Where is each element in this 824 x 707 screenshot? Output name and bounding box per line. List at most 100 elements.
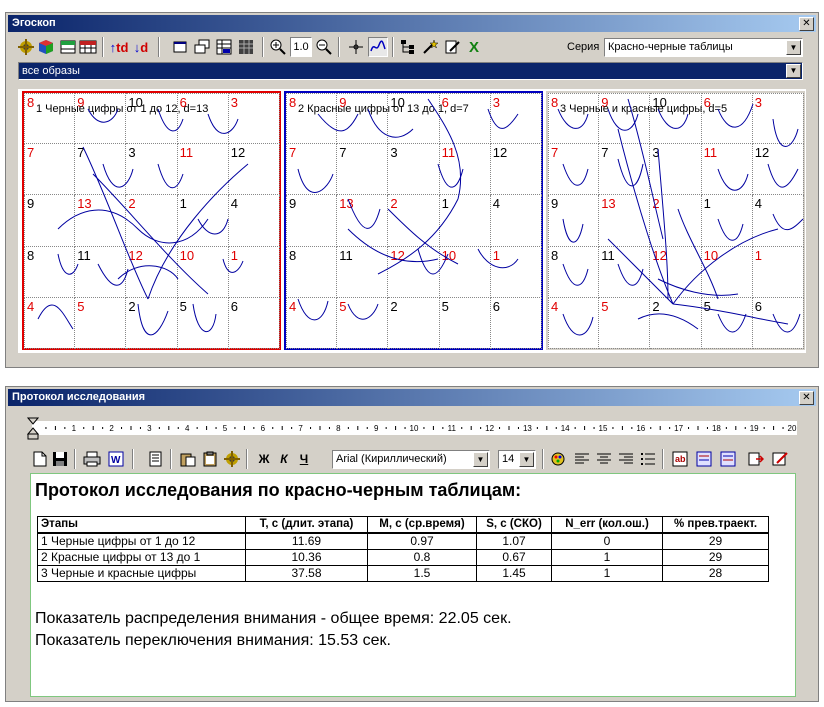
row-stage: 2 Красные цифры от 13 до 1 [37,549,246,566]
chevron-down-icon[interactable]: ▼ [786,64,801,78]
protocol-close-button[interactable]: ✕ [799,391,814,405]
col-header-t: T, с (длит. этапа) [245,516,368,534]
egoscope-title: Эгоскоп [12,17,56,29]
cell-number: 8 [289,95,297,110]
save-icon[interactable] [50,449,70,469]
toolbar-separator [392,37,394,57]
ruler-indent-marker[interactable] [27,417,39,441]
digit-cell: 3 [388,144,440,196]
cell-number: 7 [551,145,559,161]
underline-button[interactable]: Ч [294,449,314,469]
grid-green-icon[interactable] [58,37,78,57]
col-header-nerr: N_err (кол.ош.) [551,516,663,534]
digit-cell: 8 [24,246,76,298]
edit-note-icon[interactable] [442,37,462,57]
td-down-button[interactable]: ↓ d [130,37,152,57]
ruler-label: 1 [72,424,77,433]
digit-cell: 9 [599,93,651,145]
protocol-document[interactable]: Протокол исследования по красно-черным т… [30,473,796,697]
table-caption: 1 Черные цифры от 1 до 12, d=13 [36,103,209,115]
series-select-value: Красно-черные таблицы [608,41,733,53]
wand-icon[interactable] [420,37,440,57]
zoom-value-box[interactable]: 1.0 [290,37,312,57]
font-family-select[interactable]: Arial (Кириллический) ▼ [332,450,490,469]
digit-cell: 1 [490,246,542,298]
ruler-label: 14 [561,424,570,433]
ruler[interactable]: 1 2 3 4 5 6 7 8 9 10 11 12 13 14 15 16 17 18 19 20 [32,421,797,435]
cell-number: 4 [230,196,239,212]
font-size-select[interactable]: 14 ▼ [498,450,536,469]
cell-number: 5 [339,298,347,314]
word-export-icon[interactable]: W [106,449,126,469]
export-icon[interactable] [746,449,766,469]
color-icon[interactable] [548,449,568,469]
ruler-label: 8 [336,424,341,433]
ruler-tick [650,427,652,429]
bold-button[interactable]: Ж [254,449,274,469]
align-left-icon[interactable] [572,449,592,469]
cell-number: 1 [754,247,763,263]
egoscope-close-button[interactable]: ✕ [799,17,814,31]
cell-number: 7 [339,145,347,161]
attention-distribution-line: Показатель распределения внимания - обще… [35,610,512,627]
zoom-value: 1.0 [293,41,309,53]
align-right-icon[interactable] [616,449,636,469]
new-document-icon[interactable] [30,449,50,469]
italic-button[interactable]: К [274,449,294,469]
insert-object-icon[interactable]: ab [670,449,690,469]
paste-special-icon[interactable] [178,449,198,469]
zoom-out-icon[interactable] [314,37,334,57]
zoom-in-icon[interactable] [268,37,288,57]
chevron-down-icon[interactable]: ▼ [519,452,534,467]
ruler-tick [744,427,746,429]
digit-cell: 6 [228,297,280,349]
tree-icon[interactable] [398,37,418,57]
insert-image-icon[interactable] [222,449,242,469]
open-images-icon[interactable] [16,37,36,57]
digit-cell: 8 [286,246,338,298]
ruler-tick [319,426,321,430]
eye-tracking-area[interactable]: 8 9 10 6 3 7 7 3 11 12 9 13 2 1 4 8 11 12 10 1 4 5 2 5 6 1 Черные… [18,89,806,353]
digit-cell: 1 [752,246,804,298]
page-setup-icon[interactable] [146,449,166,469]
ruler-label: 11 [448,424,457,433]
cell-number: 3 [230,95,239,110]
digit-cell: 3 [752,93,804,145]
digit-cell: 7 [24,144,76,196]
ruler-tick [706,427,708,429]
crosshair-icon[interactable] [346,37,366,57]
ruler-tick [574,427,576,429]
cube-icon[interactable] [36,37,56,57]
cascade-icon[interactable] [192,37,212,57]
image-filter-select[interactable]: все образы ▼ [18,62,803,80]
cell-number: 8 [289,247,297,263]
chevron-down-icon[interactable]: ▼ [473,452,488,467]
td-up-button[interactable]: ↑ td [108,37,130,57]
table-row: 2 Красные цифры от 13 до 1 10.36 0.8 0.6… [37,549,769,566]
clipboard-icon[interactable] [200,449,220,469]
cell-number: 3 [128,145,136,161]
grid-red-icon[interactable] [78,37,98,57]
print-icon[interactable] [82,449,102,469]
cell-number: 3 [652,145,660,161]
digit-cell: 1 [228,246,280,298]
series-select[interactable]: Красно-черные таблицы ▼ [604,38,803,57]
row-stage: 1 Черные цифры от 1 до 12 [37,532,246,550]
window-icon[interactable] [170,37,190,57]
trajectory-icon[interactable] [368,37,388,57]
table-icon[interactable] [214,37,234,57]
chevron-down-icon[interactable]: ▼ [786,40,801,55]
report-save-icon[interactable] [718,449,738,469]
align-center-icon[interactable] [594,449,614,469]
row-s: 1.07 [476,532,552,550]
cell-number: 13 [77,196,92,212]
ruler-label: 20 [788,424,797,433]
dark-grid-icon[interactable] [236,37,256,57]
report-view-icon[interactable] [694,449,714,469]
cell-number: 13 [601,196,616,212]
edit-icon[interactable] [770,449,790,469]
excel-export-button[interactable]: X [464,37,484,57]
bullet-list-icon[interactable] [638,449,658,469]
row-t: 10.36 [245,549,368,566]
cell-number: 8 [27,247,35,263]
